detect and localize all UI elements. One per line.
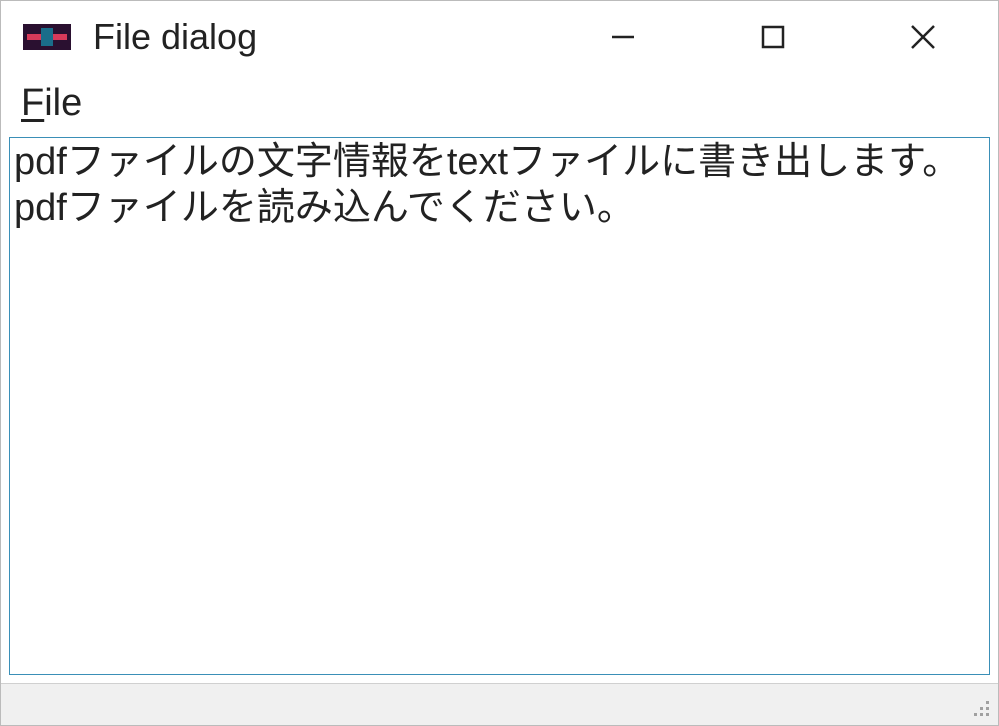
maximize-button[interactable] bbox=[698, 1, 848, 73]
window-controls bbox=[548, 1, 998, 73]
status-bar bbox=[1, 683, 998, 725]
minimize-button[interactable] bbox=[548, 1, 698, 73]
app-window: File dialog File bbox=[0, 0, 999, 726]
maximize-icon bbox=[756, 20, 790, 54]
title-bar: File dialog bbox=[1, 1, 998, 73]
menu-file[interactable]: File bbox=[15, 80, 88, 127]
close-button[interactable] bbox=[848, 1, 998, 73]
main-textarea[interactable] bbox=[10, 138, 989, 674]
app-icon bbox=[23, 23, 71, 51]
text-area-container bbox=[9, 137, 990, 675]
menu-file-accelerator: F bbox=[21, 82, 44, 124]
menu-file-label-rest: ile bbox=[44, 82, 82, 124]
menu-bar: File bbox=[1, 73, 998, 133]
close-icon bbox=[906, 20, 940, 54]
minimize-icon bbox=[606, 20, 640, 54]
resize-grip-icon bbox=[970, 697, 992, 719]
window-title: File dialog bbox=[93, 16, 257, 58]
resize-grip[interactable] bbox=[970, 697, 992, 719]
